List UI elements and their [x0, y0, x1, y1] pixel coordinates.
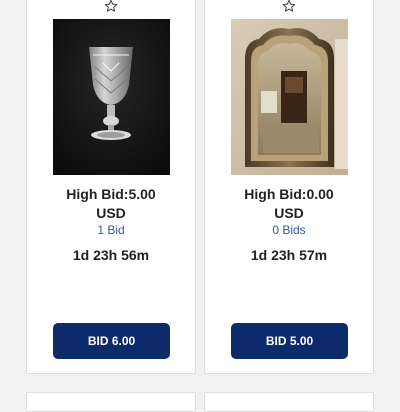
high-bid-price: High Bid:0.00 USD: [205, 185, 373, 223]
auction-card-next[interactable]: [204, 392, 374, 412]
time-left: 1d 23h 56m: [72, 247, 150, 263]
high-bid-price: High Bid:5.00 USD: [27, 185, 195, 223]
currency-label: USD: [274, 205, 304, 221]
currency-label: USD: [96, 205, 126, 221]
bid-button[interactable]: BID 6.00: [53, 323, 170, 359]
auction-card[interactable]: High Bid:0.00 USD 0 Bids 1d 23h 57m BID …: [204, 0, 374, 374]
high-bid-label: High Bid:5.00: [66, 186, 156, 202]
high-bid-label: High Bid:0.00: [244, 186, 334, 202]
bid-count-link[interactable]: 0 Bids: [205, 223, 373, 238]
watch-star-icon[interactable]: [282, 0, 296, 13]
item-photo-crystal-glass[interactable]: [53, 19, 170, 175]
time-left: 1d 23h 57m: [250, 247, 328, 263]
bid-count-link[interactable]: 1 Bid: [27, 223, 195, 238]
auction-card-next[interactable]: [26, 392, 196, 412]
item-photo-wall-mirror[interactable]: [231, 19, 348, 175]
bid-button[interactable]: BID 5.00: [231, 323, 348, 359]
auction-card[interactable]: High Bid:5.00 USD 1 Bid 1d 23h 56m BID 6…: [26, 0, 196, 374]
watch-star-icon[interactable]: [104, 0, 118, 13]
